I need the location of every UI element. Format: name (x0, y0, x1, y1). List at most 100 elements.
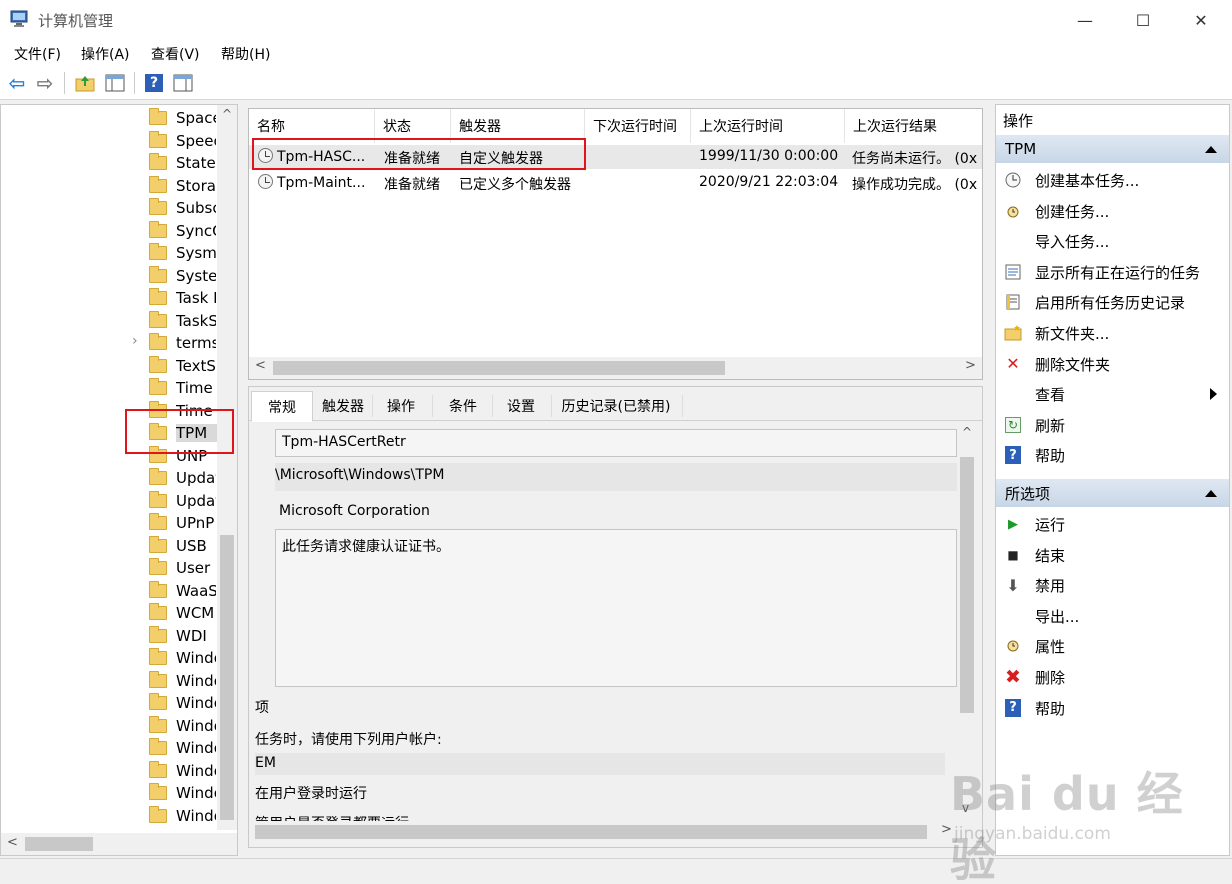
action-item[interactable]: 导出... (996, 601, 1229, 631)
action-item[interactable]: ✕ 删除文件夹 (996, 349, 1229, 379)
column-header-trigger[interactable]: 触发器 (451, 109, 585, 143)
description-field[interactable]: 此任务请求健康认证证书。 (275, 529, 957, 687)
show-hide-tree-button[interactable] (104, 72, 126, 94)
task-row[interactable]: Tpm-Maint... 准备就绪 已定义多个触发器 2020/9/21 22:… (249, 171, 982, 195)
action-item[interactable]: ? 帮助 (996, 440, 1229, 470)
tree-item[interactable]: Time Zone (149, 400, 216, 422)
tree-item[interactable]: UNP (149, 445, 216, 467)
tree-item[interactable]: WindowsUpdate (149, 805, 216, 827)
tree-item[interactable]: TPM (149, 422, 220, 444)
scroll-thumb[interactable] (220, 535, 234, 820)
tree-item[interactable]: USB (149, 535, 216, 557)
tree-item[interactable]: Windows Defender (149, 670, 216, 692)
expand-chevron-icon[interactable]: › (132, 333, 138, 349)
tab-settings[interactable]: 设置 (493, 391, 549, 421)
column-header-name[interactable]: 名称 (249, 109, 375, 143)
minimize-button[interactable]: — (1056, 0, 1114, 40)
menu-action[interactable]: 操作(A) (81, 44, 130, 64)
tree-item[interactable]: Task Manager (149, 287, 216, 309)
task-name-field[interactable]: Tpm-HASCertRetr (275, 429, 957, 457)
tree-item[interactable]: SpaceAgent (149, 107, 216, 129)
scroll-thumb[interactable] (273, 361, 725, 375)
tree-item[interactable]: Sysmain (149, 242, 216, 264)
tree-item[interactable]: WaaSMedic (149, 580, 216, 602)
tab-general[interactable]: 常规 (251, 391, 313, 422)
menu-view[interactable]: 查看(V) (151, 44, 200, 64)
help-toolbar-button[interactable]: ? (143, 72, 165, 94)
menu-help[interactable]: 帮助(H) (221, 44, 270, 64)
action-item[interactable]: ▶ 运行 (996, 509, 1229, 539)
tree-item[interactable]: StateRepository (149, 152, 216, 174)
action-item[interactable]: 启用所有任务历史记录 (996, 287, 1229, 317)
action-item[interactable]: ↻ 刷新 (996, 410, 1229, 440)
tab-triggers[interactable]: 触发器 (315, 391, 371, 421)
collapse-icon[interactable] (1205, 146, 1217, 153)
close-button[interactable]: ✕ (1172, 0, 1230, 40)
tree-item[interactable]: Windows Activation Technologies (149, 647, 216, 669)
tree-item[interactable]: TextServicesFramework (149, 355, 216, 377)
task-row[interactable]: Tpm-HASC... 准备就绪 自定义触发器 1999/11/30 0:00:… (249, 145, 982, 169)
column-header-last-result[interactable]: 上次运行结果 (845, 109, 982, 143)
scroll-thumb[interactable] (960, 457, 974, 713)
tree-item[interactable]: Time Synchronization (149, 377, 216, 399)
scroll-right-icon[interactable]: > (965, 358, 976, 373)
action-item[interactable]: ■ 结束 (996, 540, 1229, 570)
action-item[interactable]: ⬇ 禁用 (996, 570, 1229, 600)
tree-vertical-scrollbar[interactable]: ^ (217, 105, 237, 830)
tree-item[interactable]: Windows Filtering Platform (149, 715, 216, 737)
tab-conditions[interactable]: 条件 (433, 391, 493, 421)
tree-item[interactable]: Speech (149, 130, 216, 152)
scroll-left-icon[interactable]: < (7, 835, 18, 850)
maximize-button[interactable]: ☐ (1114, 0, 1172, 40)
column-header-status[interactable]: 状态 (375, 109, 451, 143)
tab-actions[interactable]: 操作 (373, 391, 429, 421)
action-item[interactable]: 导入任务... (996, 226, 1229, 256)
tree-item[interactable]: SyncCenter (149, 220, 216, 242)
detail-horizontal-scrollbar[interactable]: > (249, 821, 957, 843)
scroll-up-icon[interactable]: ^ (222, 107, 232, 121)
column-header-last-run[interactable]: 上次运行时间 (691, 109, 845, 143)
scroll-left-icon[interactable]: < (255, 358, 266, 373)
tree-item[interactable]: SystemRestore (149, 265, 216, 287)
task-list-horizontal-scrollbar[interactable]: < > (249, 357, 982, 379)
scroll-up-icon[interactable]: ^ (962, 425, 972, 439)
tree-item[interactable]: WDI (149, 625, 216, 647)
task-list[interactable]: 名称 状态 触发器 下次运行时间 上次运行时间 上次运行结果 Tpm-HASC.… (248, 108, 983, 380)
scroll-thumb[interactable] (255, 825, 927, 839)
run-only-when-logged-on-option[interactable]: 在用户登录时运行 (255, 783, 367, 803)
tree-item[interactable]: TaskScheduler (149, 310, 216, 332)
tree-item[interactable]: User Profile Service (149, 557, 216, 579)
tree-horizontal-scrollbar[interactable]: < (1, 833, 237, 855)
up-one-level-button[interactable] (74, 72, 96, 94)
column-header-next-run[interactable]: 下次运行时间 (585, 109, 691, 143)
tree-item[interactable]: UPnP (149, 512, 216, 534)
collapse-icon[interactable] (1205, 490, 1217, 497)
action-item[interactable]: 查看 (996, 379, 1229, 409)
tree-item[interactable]: termsrv (149, 332, 216, 354)
action-item[interactable]: ? 帮助 (996, 693, 1229, 723)
action-item[interactable]: 创建基本任务... (996, 165, 1229, 195)
tree-item[interactable]: WCM (149, 602, 216, 624)
tree-item[interactable]: Subscription (149, 197, 216, 219)
tree-item[interactable]: WindowsColorSystem (149, 782, 216, 804)
tree-item[interactable]: UpdateAssistant (149, 490, 216, 512)
action-item[interactable]: 创建任务... (996, 196, 1229, 226)
tab-history[interactable]: 历史记录(已禁用) (552, 391, 680, 421)
navigation-tree[interactable]: SpaceAgent Speech StateRepository Storage T… (0, 104, 238, 856)
scroll-thumb[interactable] (25, 837, 93, 851)
forward-button[interactable]: ⇨ (34, 71, 56, 95)
back-button[interactable]: ⇦ (6, 71, 28, 95)
tree-item[interactable]: Windows Error Reporting (149, 692, 216, 714)
show-hide-action-pane-button[interactable] (172, 72, 194, 94)
action-item[interactable]: 新文件夹... (996, 318, 1229, 348)
action-item[interactable]: ✖ 删除 (996, 662, 1229, 692)
menu-file[interactable]: 文件(F) (14, 44, 61, 64)
actions-section-header[interactable]: 所选项 (996, 479, 1229, 507)
action-item[interactable]: 显示所有正在运行的任务 (996, 257, 1229, 287)
actions-section-header[interactable]: TPM (996, 135, 1229, 163)
action-item[interactable]: 属性 (996, 631, 1229, 661)
tree-item[interactable]: WindowsBackup (149, 760, 216, 782)
tree-item[interactable]: Windows Media Sharing (149, 737, 216, 759)
tree-item[interactable]: Storage Tiers Management (149, 175, 216, 197)
tree-item[interactable]: UpdateOrchestrator (149, 467, 216, 489)
